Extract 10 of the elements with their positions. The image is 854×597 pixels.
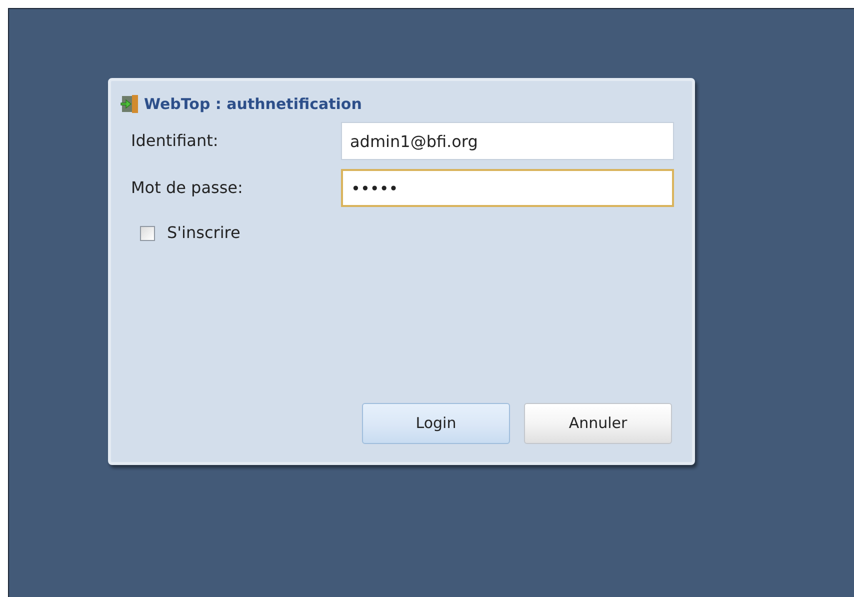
- dialog-title: WebTop : authnetification: [144, 94, 362, 115]
- input-field[interactable]: admin1@bfi.org: [341, 122, 674, 160]
- door-exit-icon: [120, 94, 140, 114]
- field-label: Identifiant:: [131, 130, 220, 152]
- dialog-button[interactable]: Annuler: [524, 403, 672, 444]
- checkbox[interactable]: [140, 226, 155, 240]
- field-label: Mot de passe:: [131, 177, 244, 199]
- input-field[interactable]: •••••: [341, 169, 674, 207]
- checkbox-label: S'inscrire: [167, 222, 240, 244]
- dialog-button[interactable]: Login: [362, 403, 510, 444]
